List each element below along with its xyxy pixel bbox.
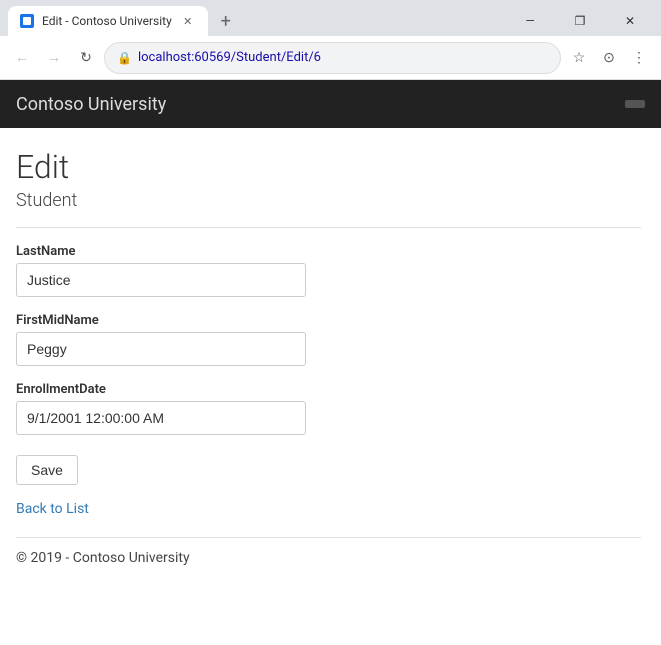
window-controls: — ❒ ✕ [507,6,653,36]
page-content: Edit Student LastName FirstMidName Enrol… [0,128,661,645]
page-heading: Edit [16,148,641,186]
tab-favicon [20,14,34,28]
browser-chrome: Edit - Contoso University ✕ + — ❒ ✕ ← → … [0,0,661,80]
address-bar[interactable]: 🔒 localhost:60569/Student/Edit/6 [104,42,561,74]
edit-form: LastName FirstMidName EnrollmentDate Sav… [16,244,641,501]
section-divider [16,227,641,228]
page-subheading: Student [16,190,641,211]
footer-divider [16,537,641,538]
save-button[interactable]: Save [16,455,78,485]
header-button[interactable] [625,100,645,108]
reload-button[interactable]: ↻ [72,44,100,72]
lock-icon: 🔒 [117,51,132,65]
last-name-input[interactable] [16,263,306,297]
title-bar: Edit - Contoso University ✕ + — ❒ ✕ [0,0,661,36]
forward-button[interactable]: → [40,44,68,72]
back-to-list-link[interactable]: Back to List [16,501,89,517]
first-mid-name-group: FirstMidName [16,313,641,366]
nav-bar: ← → ↻ 🔒 localhost:60569/Student/Edit/6 ☆… [0,36,661,80]
first-mid-name-label: FirstMidName [16,313,641,328]
menu-button[interactable]: ⋮ [625,44,653,72]
close-button[interactable]: ✕ [607,6,653,36]
tab-close-button[interactable]: ✕ [180,13,196,29]
app-title: Contoso University [16,94,166,115]
nav-actions: ☆ ⊙ ⋮ [565,44,653,72]
new-tab-button[interactable]: + [212,7,240,35]
enrollment-date-label: EnrollmentDate [16,382,641,397]
restore-button[interactable]: ❒ [557,6,603,36]
first-mid-name-input[interactable] [16,332,306,366]
address-text: localhost:60569/Student/Edit/6 [138,50,548,65]
minimize-button[interactable]: — [507,6,553,36]
back-button[interactable]: ← [8,44,36,72]
last-name-label: LastName [16,244,641,259]
last-name-group: LastName [16,244,641,297]
footer-text: © 2019 - Contoso University [16,550,641,566]
app-header: Contoso University [0,80,661,128]
active-tab[interactable]: Edit - Contoso University ✕ [8,6,208,36]
bookmark-button[interactable]: ☆ [565,44,593,72]
account-button[interactable]: ⊙ [595,44,623,72]
enrollment-date-input[interactable] [16,401,306,435]
enrollment-date-group: EnrollmentDate [16,382,641,435]
tab-title: Edit - Contoso University [42,14,172,28]
